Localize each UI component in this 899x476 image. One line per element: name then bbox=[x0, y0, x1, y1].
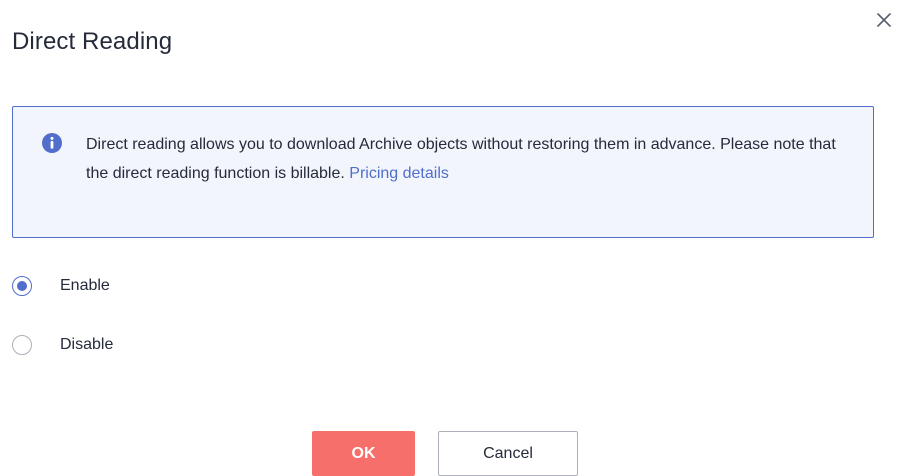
pricing-details-link[interactable]: Pricing details bbox=[349, 165, 449, 182]
enable-label: Enable bbox=[60, 277, 110, 294]
cancel-button[interactable]: Cancel bbox=[438, 431, 578, 476]
enable-radio[interactable] bbox=[12, 276, 32, 296]
notice-message: Direct reading allows you to download Ar… bbox=[86, 136, 836, 182]
radio-option-enable[interactable]: Enable bbox=[12, 276, 110, 296]
ok-button[interactable]: OK bbox=[312, 431, 415, 476]
info-icon bbox=[42, 133, 62, 153]
disable-label: Disable bbox=[60, 336, 114, 353]
dialog-title: Direct Reading bbox=[12, 28, 173, 55]
disable-radio[interactable] bbox=[12, 335, 32, 355]
radio-option-disable[interactable]: Disable bbox=[12, 335, 113, 355]
direct-reading-dialog: Direct Reading Direct reading allows you… bbox=[0, 0, 899, 476]
notice-text: Direct reading allows you to download Ar… bbox=[86, 130, 846, 188]
close-icon[interactable] bbox=[874, 10, 894, 30]
info-notice: Direct reading allows you to download Ar… bbox=[12, 106, 874, 238]
